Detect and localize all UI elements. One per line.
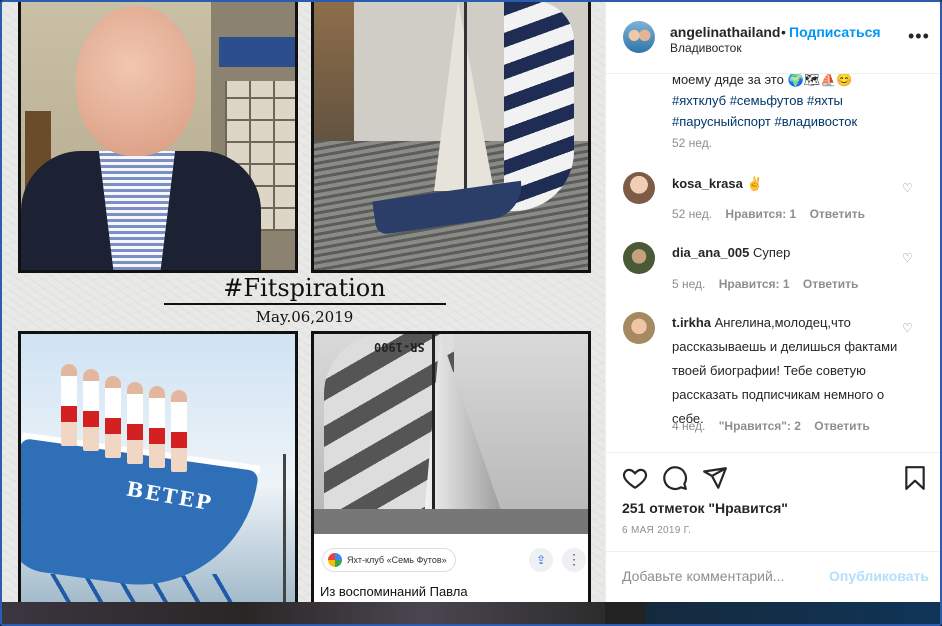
caption-body: моему дяде за это 🌍🗺⛵😊 [672, 74, 853, 87]
comment-age: 52 нед. [672, 207, 713, 221]
comment-username[interactable]: t.irkha [672, 315, 711, 330]
collage-date: May.06,2019 [255, 308, 354, 326]
comment-avatar[interactable] [623, 172, 655, 204]
comment-text: ✌ [746, 176, 763, 191]
sail-number: SR-1900 [374, 340, 425, 354]
comment-like-icon[interactable]: ♡ [902, 322, 914, 334]
comment-reply-button[interactable]: Ответить [814, 419, 869, 433]
comment-meta: 52 нед. Нравится: 1 Ответить [672, 207, 875, 221]
photo-crew-on-boat: ВЕТЕР [18, 331, 298, 602]
post-location[interactable]: Владивосток [670, 41, 742, 55]
comment-reply-button[interactable]: Ответить [803, 277, 858, 291]
comments-list[interactable]: моему дяде за это 🌍🗺⛵😊 #яхтклуб #семьфут… [606, 74, 940, 452]
publish-button[interactable]: Опубликовать [829, 568, 929, 584]
next-post-preview [2, 602, 605, 624]
post-date: 6 МАЯ 2019 Г. [622, 525, 692, 536]
comment-text: Супер [752, 245, 791, 260]
separator-dot: • [781, 24, 786, 40]
instagram-post-window: #Fitspiration May.06,2019 ВЕТЕР SR-1900 … [0, 0, 942, 626]
photo-sailing-yacht [311, 2, 591, 273]
comment-username[interactable]: dia_ana_005 [672, 245, 749, 260]
comment-likes[interactable]: Нравится: 1 [725, 207, 796, 221]
source-chip[interactable]: Яхт-клуб «Семь Футов» [322, 548, 456, 572]
comment-item: kosa_krasa ✌ [672, 172, 912, 196]
tagline-divider [164, 303, 446, 305]
comment-item: dia_ana_005 Супер [672, 241, 912, 265]
comment-item: t.irkha Ангелина,молодец,что рассказывае… [672, 311, 912, 431]
comment-meta: 4 нед. "Нравится": 2 Ответить [672, 419, 880, 433]
comment-likes[interactable]: Нравится: 1 [719, 277, 790, 291]
caption-age: 52 нед. [672, 136, 713, 150]
collage-tagline: #Fitspiration [223, 274, 386, 302]
comment-likes[interactable]: "Нравится": 2 [719, 419, 801, 433]
comment-age: 5 нед. [672, 277, 706, 291]
post-actions: 251 отметок "Нравится" 6 МАЯ 2019 Г. Доб… [606, 452, 940, 603]
caption-hashtags[interactable]: #яхтклуб #семьфутов #яхты #парусныйспорт… [672, 93, 857, 129]
caption-text: моему дяде за это 🌍🗺⛵😊 #яхтклуб #семьфут… [672, 74, 922, 132]
comment-age: 4 нед. [672, 419, 706, 433]
likes-count[interactable]: 251 отметок "Нравится" [622, 500, 788, 516]
google-icon [328, 553, 342, 567]
like-heart-icon[interactable] [622, 465, 648, 491]
photo-bw-regatta: SR-1900 Яхт-клуб «Семь Футов» ⇪ ⋮ Из вос… [311, 331, 591, 602]
author-username[interactable]: angelinathailand [670, 24, 780, 40]
comment-avatar[interactable] [623, 312, 655, 344]
source-chip-label: Яхт-клуб «Семь Футов» [347, 555, 447, 565]
comment-input[interactable]: Добавьте комментарий... [622, 568, 817, 584]
post-header: angelinathailand • Подписаться Владивост… [606, 2, 940, 74]
comment-avatar[interactable] [623, 242, 655, 274]
photo-elderly-man [18, 2, 298, 273]
post-image[interactable]: #Fitspiration May.06,2019 ВЕТЕР SR-1900 … [2, 2, 605, 602]
more-options-icon[interactable]: ••• [908, 27, 930, 45]
share-direct-icon[interactable] [702, 465, 728, 491]
comment-reply-button[interactable]: Ответить [810, 207, 865, 221]
comment-text: Ангелина,молодец,что рассказываешь и дел… [672, 315, 898, 426]
bookmark-icon[interactable] [902, 465, 928, 491]
comment-like-icon[interactable]: ♡ [902, 182, 914, 194]
avatar[interactable] [623, 21, 655, 53]
post-side-panel: angelinathailand • Подписаться Владивост… [605, 2, 940, 603]
source-card: Яхт-клуб «Семь Футов» ⇪ ⋮ Из воспоминани… [314, 534, 588, 602]
comment-icon[interactable] [662, 465, 688, 491]
next-post-preview-right [605, 602, 940, 624]
more-vertical-icon[interactable]: ⋮ [562, 548, 586, 572]
comment-meta: 5 нед. Нравится: 1 Ответить [672, 277, 868, 291]
share-icon[interactable]: ⇪ [529, 548, 553, 572]
comment-username[interactable]: kosa_krasa [672, 176, 743, 191]
follow-button[interactable]: Подписаться [789, 24, 881, 40]
add-comment-bar: Добавьте комментарий... Опубликовать [606, 551, 940, 603]
source-caption: Из воспоминаний Павла [320, 584, 468, 599]
comment-like-icon[interactable]: ♡ [902, 252, 914, 264]
